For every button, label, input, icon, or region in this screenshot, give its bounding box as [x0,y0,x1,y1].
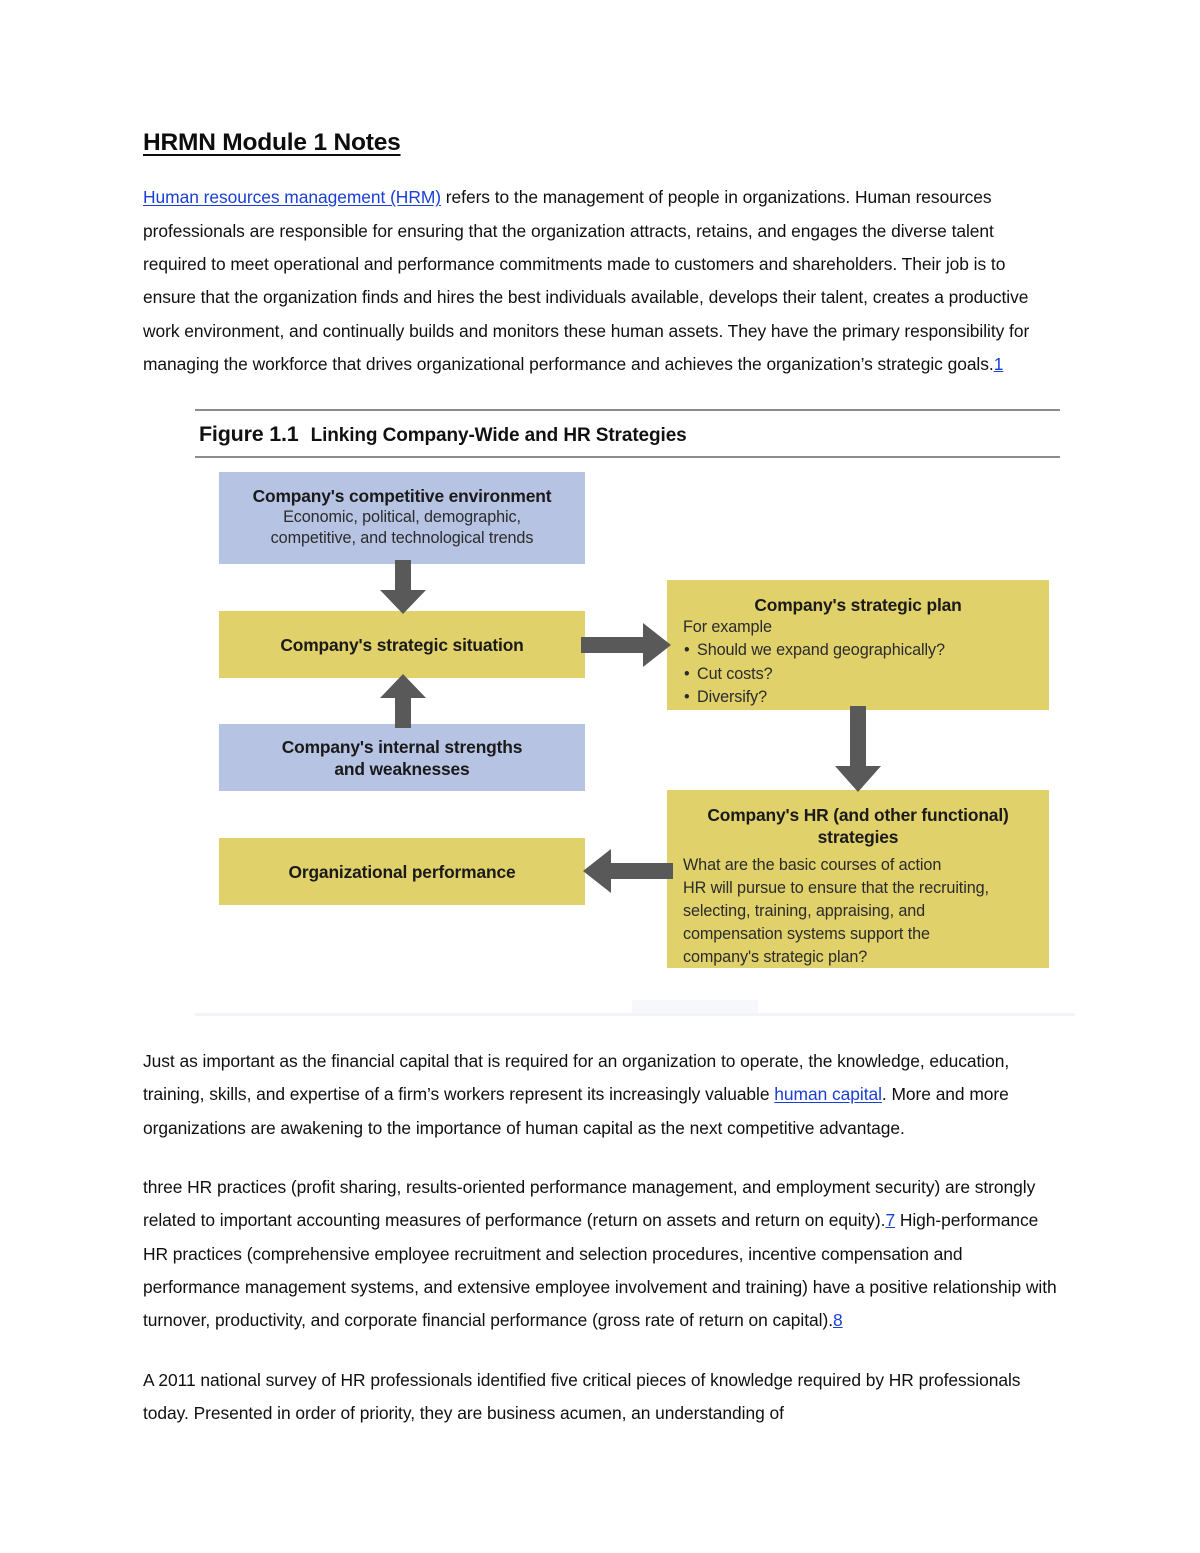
arrow-right-situation-to-plan [581,620,673,670]
arrow-up-weaknesses-to-situation [368,672,438,729]
figure-bottom-rule [195,1013,1075,1017]
box-intro-text: For example [683,618,772,637]
bullet-item: Cut costs? [684,663,1049,687]
arrow-down-environment-to-situation [368,560,438,616]
box-body-line4: compensation systems support the [683,925,930,944]
endnote-ref-7[interactable]: 7 [885,1210,895,1230]
page-title: HRMN Module 1 Notes [143,129,401,156]
arrow-down-plan-to-hr-strategies [823,706,893,794]
paragraph-hr-practices: three HR practices (profit sharing, resu… [143,1171,1058,1337]
paragraph-human-capital: Just as important as the financial capit… [143,1045,1058,1145]
box-body-line5: company's strategic plan? [683,948,868,967]
box-body-line1: What are the basic courses of action [683,856,942,875]
endnote-ref-1[interactable]: 1 [994,354,1004,374]
box-heading-line2: and weaknesses [334,758,470,779]
box-heading: Organizational performance [288,861,516,882]
box-subtext-line2: competitive, and technological trends [270,529,534,548]
paragraph-intro-text: refers to the management of people in or… [143,187,1030,374]
box-heading: Company's competitive environment [252,485,552,506]
diagram-box-strategic-situation: Company's strategic situation [219,611,585,679]
paragraph-intro: Human resources management (HRM) refers … [143,181,1058,381]
box-heading-line1: Company's HR (and other functional) [707,805,1009,826]
box-heading-line2: strategies [817,827,899,848]
paragraph-survey: A 2011 national survey of HR professiona… [143,1369,1021,1423]
box-heading: Company's strategic situation [280,634,524,655]
diagram-box-hr-strategies: Company's HR (and other functional) stra… [667,790,1049,969]
figure-title: Linking Company-Wide and HR Strategies [310,425,687,447]
diagram-box-internal-strengths-weaknesses: Company's internal strengths and weaknes… [219,724,585,792]
bullet-item: Should we expand geographically? [684,639,1049,663]
box-bullet-list: Should we expand geographically? Cut cos… [667,639,1049,710]
diagram-box-strategic-plan: Company's strategic plan For example Sho… [667,580,1049,711]
document-content: HRMN Module 1 Notes Human resources mana… [143,128,1075,1456]
diagram-box-competitive-environment: Company's competitive environment Econom… [219,472,585,565]
box-subtext-line1: Economic, political, demographic, [283,507,521,526]
endnote-ref-8[interactable]: 8 [833,1310,843,1330]
figure-1-1: Figure 1.1 Linking Company-Wide and HR St… [195,409,1075,1017]
figure-number: Figure 1.1 [199,422,299,447]
box-body-line3: selecting, training, appraising, and [683,902,926,921]
arrow-left-hr-strategies-to-performance [581,846,673,896]
document-page: HRMN Module 1 Notes Human resources mana… [0,0,1200,1553]
figure-caption: Figure 1.1 Linking Company-Wide and HR St… [195,411,1060,456]
diagram-box-organizational-performance: Organizational performance [219,838,585,906]
figure-diagram: Company's competitive environment Econom… [195,472,1075,1017]
link-hrm-definition[interactable]: Human resources management (HRM) [143,187,441,207]
box-body-line2: HR will pursue to ensure that the recrui… [683,879,989,898]
figure-scroll-tab [632,1000,758,1015]
figure-caption-rule [195,456,1060,459]
link-human-capital[interactable]: human capital [774,1084,882,1104]
box-heading: Company's strategic plan [754,595,962,616]
box-heading-line1: Company's internal strengths [281,736,523,757]
